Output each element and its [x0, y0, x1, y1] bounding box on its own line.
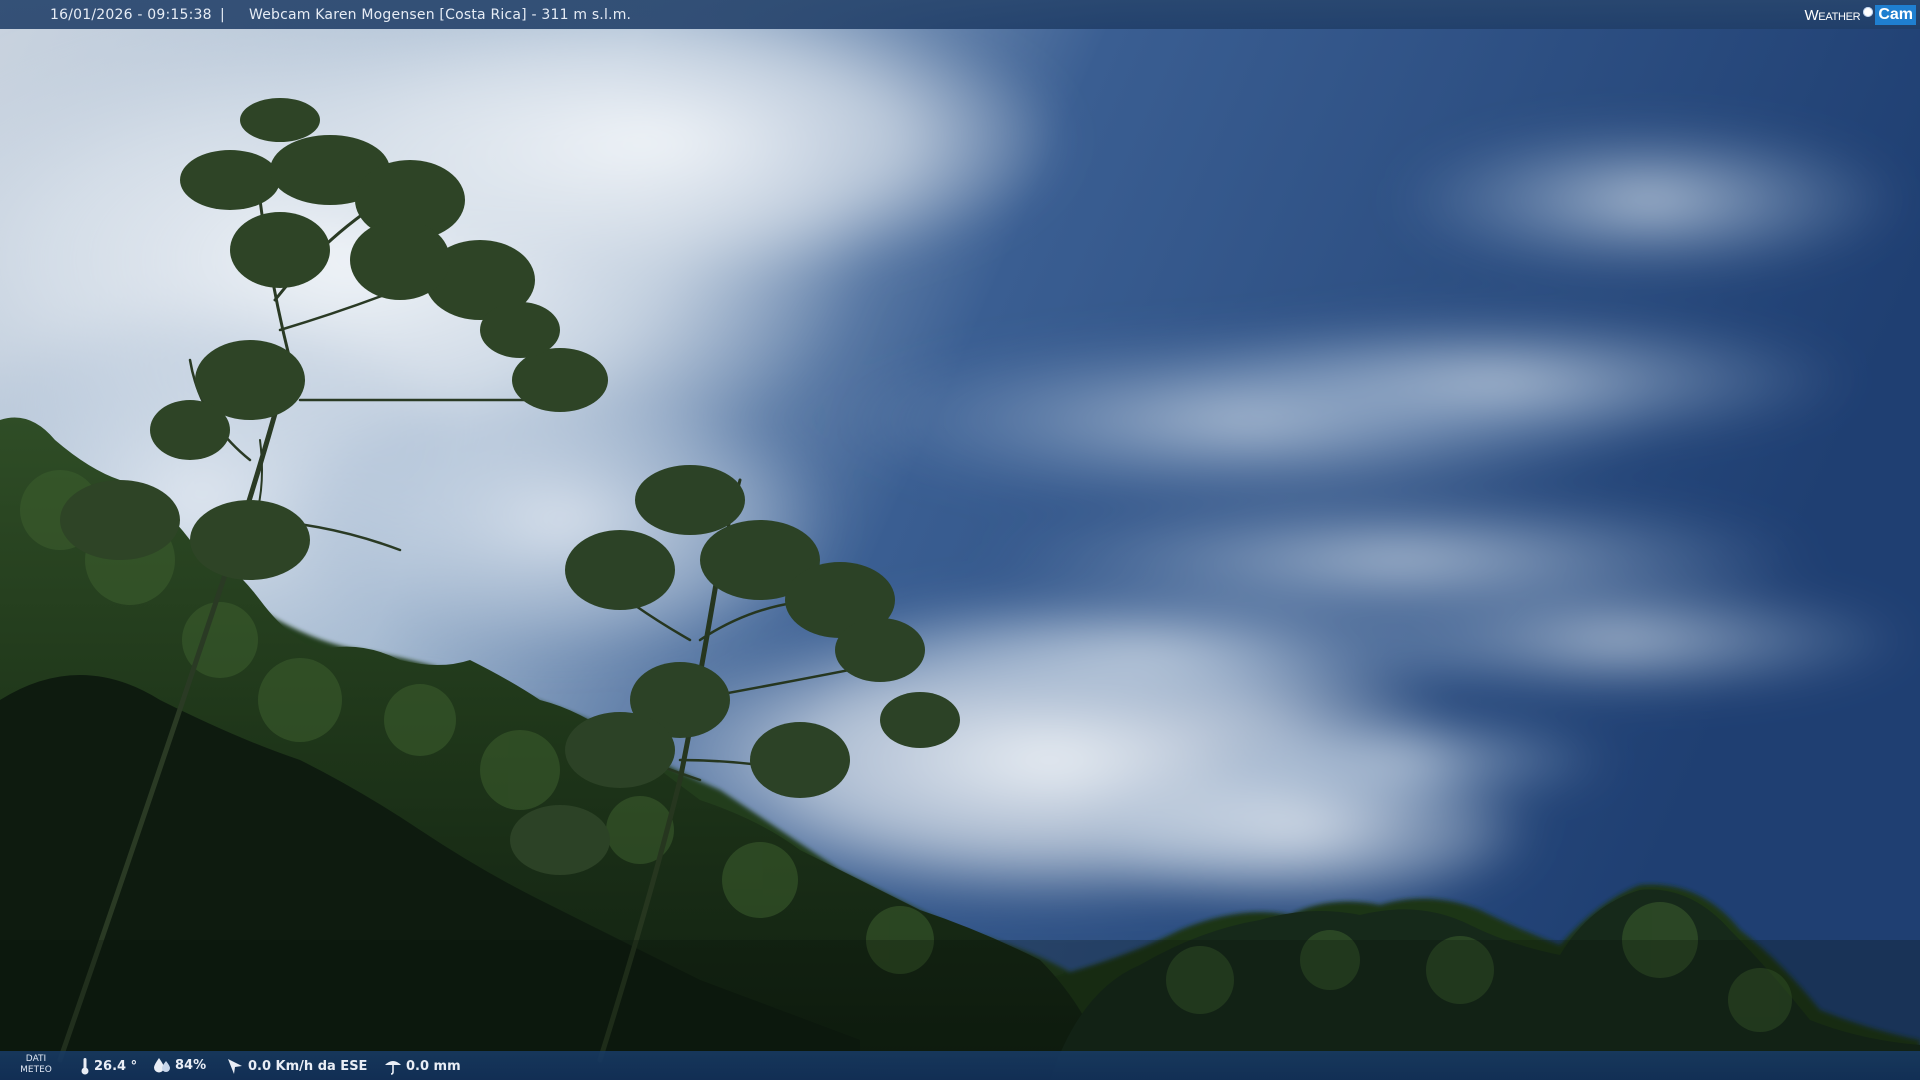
thermometer-icon: [81, 1058, 89, 1075]
top-info-bar: 16/01/2026 - 09:15:38 | Webcam Karen Mog…: [0, 0, 1920, 29]
weathercam-logo: Weather Cam: [1804, 4, 1916, 26]
wind-value: 0.0 Km/h da ESE: [248, 1058, 368, 1074]
rain-value: 0.0 mm: [406, 1058, 461, 1074]
wind-readout: 0.0 Km/h da ESE: [226, 1057, 367, 1075]
dati-meteo-label: DATI METEO: [20, 1054, 52, 1076]
rain-readout: 0.0 mm: [384, 1057, 461, 1075]
dati-label-line2: METEO: [20, 1065, 52, 1075]
dati-label-line1: DATI: [25, 1054, 47, 1064]
logo-dot-icon: [1863, 7, 1874, 17]
humidity-readout: 84%: [153, 1057, 206, 1073]
temperature-readout: 26.4 °: [80, 1057, 137, 1075]
webcam-frame: 16/01/2026 - 09:15:38 | Webcam Karen Mog…: [0, 0, 1920, 1080]
temperature-value: 26.4 °: [94, 1058, 138, 1074]
logo-weather-text: Weather: [1804, 6, 1861, 24]
humidity-value: 84%: [175, 1057, 207, 1073]
rain-gauge-icon: [385, 1061, 401, 1075]
top-separator: |: [220, 7, 225, 23]
wind-direction-icon: [228, 1059, 242, 1074]
webcam-image: [0, 0, 1920, 1080]
logo-cam-text: Cam: [1875, 5, 1916, 25]
water-drop-icon: [154, 1058, 170, 1073]
bottom-weather-bar: DATI METEO 26.4 ° 84% 0.0 Km/h da ESE 0.…: [0, 1051, 1920, 1080]
datetime-label: 16/01/2026 - 09:15:38: [50, 7, 212, 23]
webcam-title: Webcam Karen Mogensen [Costa Rica] - 311…: [249, 7, 632, 23]
